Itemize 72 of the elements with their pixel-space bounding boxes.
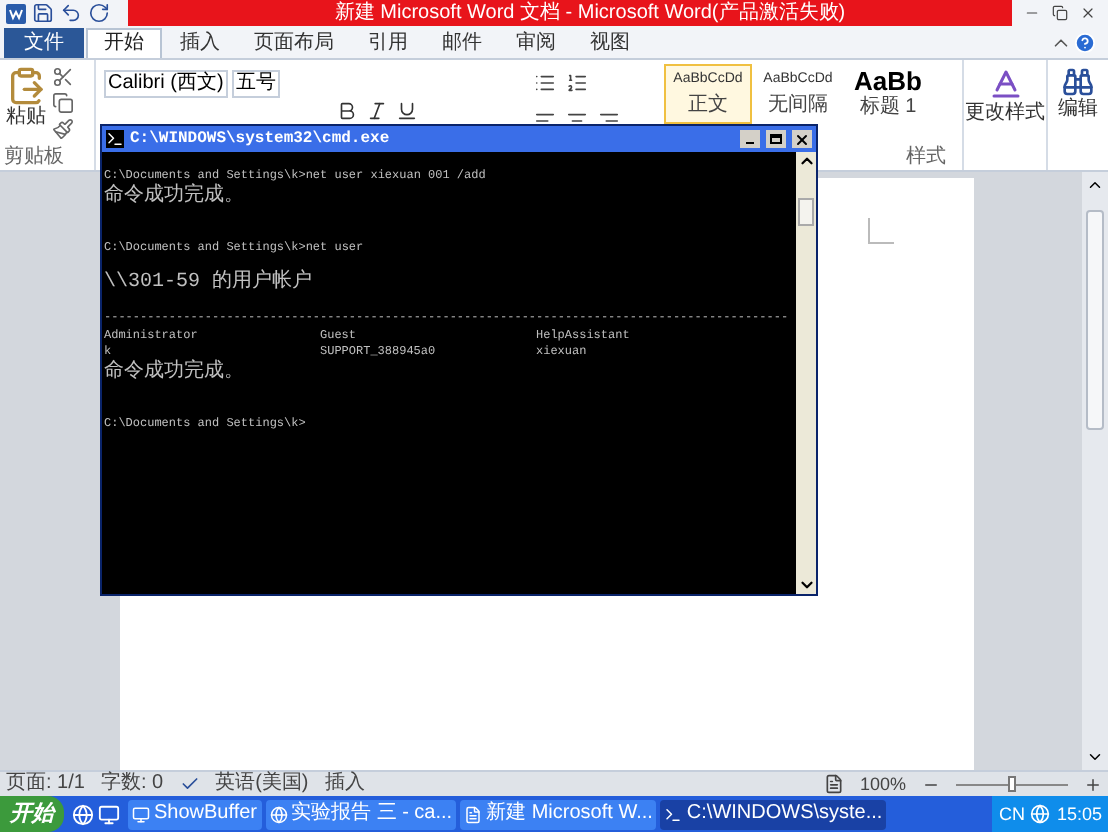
console-line: 命令成功完成。 — [104, 361, 244, 384]
console-line: 命令成功完成。 — [104, 185, 244, 208]
word-logo-icon[interactable] — [6, 3, 26, 23]
print-layout-icon[interactable] — [823, 774, 844, 794]
save-icon[interactable] — [32, 2, 54, 24]
ribbon-tab[interactable]: 审阅 — [500, 28, 572, 58]
browser-quicklaunch-icon[interactable] — [72, 803, 94, 825]
undo-icon[interactable] — [60, 2, 82, 24]
console-app-icon — [664, 805, 683, 823]
desktop-quicklaunch-icon[interactable] — [98, 803, 120, 825]
start-button[interactable]: 开始 — [0, 796, 64, 832]
page-count: 页面: 1/1 — [6, 772, 85, 796]
zoom-level[interactable]: 100% — [859, 773, 906, 795]
format-painter-icon[interactable] — [52, 118, 74, 140]
redo-icon[interactable] — [88, 2, 110, 24]
console-scrollbar[interactable] — [796, 152, 816, 594]
vertical-scrollbar[interactable] — [1082, 172, 1108, 770]
console-icon — [106, 130, 124, 148]
numbered-list-icon[interactable] — [566, 72, 588, 94]
language-status: 英语(美国) — [215, 772, 309, 796]
copy-icon[interactable] — [52, 92, 74, 114]
maximize-button[interactable] — [766, 130, 786, 148]
clock: 15:05 — [1056, 803, 1102, 825]
taskbar-button[interactable]: 实验报告 三 - ca... — [265, 799, 457, 829]
zoom-slider-thumb[interactable] — [1008, 775, 1016, 791]
ribbon-tab[interactable]: 页面布局 — [238, 28, 350, 58]
scroll-up-icon[interactable] — [1086, 176, 1104, 194]
group-label: 样式 — [906, 146, 948, 170]
group-label: 剪贴板 — [2, 146, 66, 170]
zoom-in-icon[interactable] — [1084, 775, 1102, 793]
minimize-button[interactable] — [740, 130, 760, 148]
scroll-down-icon[interactable] — [1086, 748, 1104, 766]
browser-app-icon — [269, 805, 288, 823]
change-styles-label: 更改样式 — [965, 102, 1045, 126]
find-icon[interactable] — [1062, 66, 1094, 98]
app-app-icon — [132, 805, 150, 823]
ribbon-tab[interactable]: 插入 — [164, 28, 236, 58]
console-title-bar: C:\WINDOWS\system32\cmd.exe — [102, 126, 816, 152]
style-preset[interactable]: AaBb 标题 1 — [844, 64, 932, 124]
taskbar-button[interactable]: 新建 Microsoft W... — [460, 799, 657, 829]
scroll-up-icon[interactable] — [797, 152, 815, 170]
font-size-dropdown[interactable]: 五号 — [231, 70, 280, 98]
bold-icon[interactable] — [336, 100, 358, 122]
network-icon[interactable] — [1030, 804, 1051, 824]
underline-icon[interactable] — [396, 100, 418, 122]
ribbon-tab[interactable]: 文件 — [4, 28, 84, 58]
ribbon-tab[interactable]: 视图 — [574, 28, 646, 58]
margin-mark — [868, 218, 894, 244]
taskbar-button[interactable]: ShowBuffer — [128, 799, 262, 829]
console-line: \\301-59 的用户帐户 — [104, 272, 313, 295]
help-icon[interactable] — [1074, 32, 1096, 54]
scroll-thumb[interactable] — [798, 198, 814, 226]
proofing-icon[interactable] — [179, 774, 200, 794]
word-count: 字数: 0 — [100, 772, 164, 796]
taskbar-button[interactable]: C:\WINDOWS\syste... — [660, 799, 887, 829]
paste-label: 粘贴 — [6, 106, 46, 130]
font-family-dropdown[interactable]: Calibri (西文) — [104, 70, 228, 98]
ribbon-tab[interactable]: 邮件 — [426, 28, 498, 58]
cut-icon[interactable] — [52, 66, 74, 88]
editing-label: 编辑 — [1058, 98, 1098, 122]
paste-icon[interactable] — [6, 66, 46, 106]
scroll-thumb[interactable] — [1086, 210, 1104, 430]
insert-mode: 插入 — [324, 772, 365, 796]
ribbon-tab[interactable]: 引用 — [352, 28, 424, 58]
change-styles-icon[interactable] — [987, 66, 1023, 102]
ribbon-tab[interactable]: 开始 — [86, 28, 162, 58]
close-button[interactable] — [792, 130, 812, 148]
word-app-icon — [464, 805, 483, 823]
restore-icon[interactable] — [1052, 2, 1068, 24]
scroll-down-icon[interactable] — [797, 576, 815, 594]
italic-icon[interactable] — [366, 100, 388, 122]
title-bar: 新建 Microsoft Word 文档 - Microsoft Word(产品激活失败) — [128, 0, 1012, 26]
